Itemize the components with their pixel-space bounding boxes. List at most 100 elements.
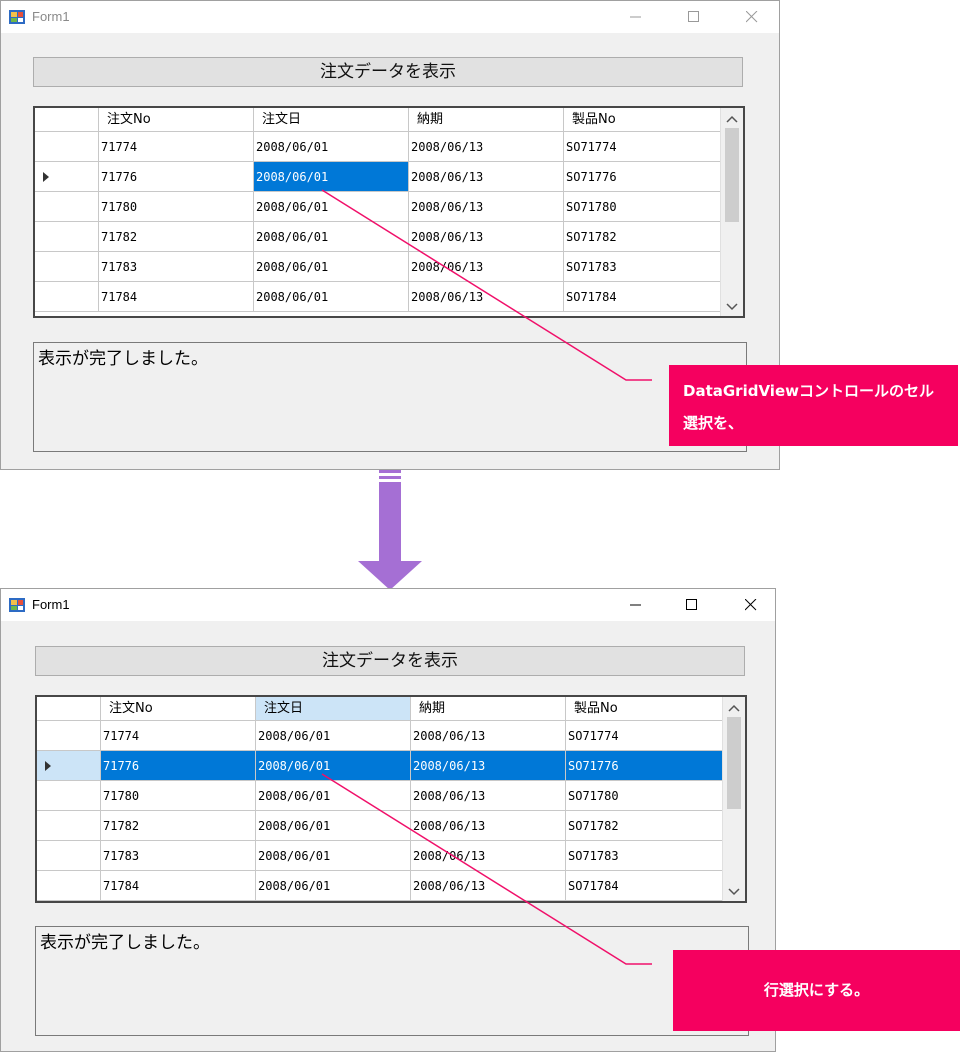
cell-due-date[interactable]: 2008/06/13 [409, 282, 564, 312]
cell-order-no[interactable]: 71782 [99, 222, 254, 252]
column-header-order-date-highlighted[interactable]: 注文日 [256, 697, 411, 721]
vertical-scrollbar[interactable] [720, 108, 743, 316]
arrow-up-icon[interactable] [728, 703, 740, 713]
table-row[interactable]: 71774 2008/06/01 2008/06/13 SO71774 [37, 721, 723, 751]
cell-order-date[interactable]: 2008/06/01 [254, 222, 409, 252]
cell-order-date-selected[interactable]: 2008/06/01 [254, 162, 409, 192]
cell-order-no[interactable]: 71774 [101, 721, 256, 751]
scrollbar-thumb[interactable] [725, 128, 739, 222]
cell-order-no[interactable]: 71774 [99, 132, 254, 162]
cell-order-date[interactable]: 2008/06/01 [254, 282, 409, 312]
table-row[interactable]: 71774 2008/06/01 2008/06/13 SO71774 [35, 132, 721, 162]
table-row[interactable]: 71782 2008/06/01 2008/06/13 SO71782 [35, 222, 721, 252]
cell-product-no[interactable]: SO71784 [564, 282, 721, 312]
cell-order-no[interactable]: 71776 [99, 162, 254, 192]
status-textbox[interactable]: 表示が完了しました。 [33, 342, 747, 452]
cell-order-no[interactable]: 71780 [101, 781, 256, 811]
cell-due-date[interactable]: 2008/06/13 [409, 192, 564, 222]
table-row[interactable]: 71783 2008/06/01 2008/06/13 SO71783 [35, 252, 721, 282]
cell-order-date[interactable]: 2008/06/01 [254, 252, 409, 282]
row-header[interactable] [37, 721, 101, 751]
cell-order-no[interactable]: 71784 [99, 282, 254, 312]
column-header-order-no[interactable]: 注文No [101, 697, 256, 721]
table-row[interactable]: 71783 2008/06/01 2008/06/13 SO71783 [37, 841, 723, 871]
data-grid-view[interactable]: 注文No 注文日 納期 製品No 71774 2008/06/01 2008/0… [33, 106, 745, 318]
row-header[interactable] [35, 132, 99, 162]
cell-order-no-selected[interactable]: 71776 [101, 751, 256, 781]
cell-order-no[interactable]: 71782 [101, 811, 256, 841]
cell-product-no[interactable]: SO71774 [564, 132, 721, 162]
cell-due-date[interactable]: 2008/06/13 [411, 781, 566, 811]
column-header-order-date[interactable]: 注文日 [254, 108, 409, 132]
column-header-product-no[interactable]: 製品No [566, 697, 723, 721]
cell-product-no[interactable]: SO71776 [564, 162, 721, 192]
table-row[interactable]: 71782 2008/06/01 2008/06/13 SO71782 [37, 811, 723, 841]
table-row-selected[interactable]: 71776 2008/06/01 2008/06/13 SO71776 [37, 751, 723, 781]
column-header-product-no[interactable]: 製品No [564, 108, 721, 132]
cell-product-no[interactable]: SO71782 [564, 222, 721, 252]
cell-order-no[interactable]: 71783 [99, 252, 254, 282]
row-header[interactable] [35, 192, 99, 222]
table-row[interactable]: 71784 2008/06/01 2008/06/13 SO71784 [35, 282, 721, 312]
table-row[interactable]: 71780 2008/06/01 2008/06/13 SO71780 [37, 781, 723, 811]
row-header[interactable] [37, 811, 101, 841]
row-header[interactable] [35, 162, 99, 192]
arrow-down-icon[interactable] [726, 302, 738, 312]
status-textbox[interactable]: 表示が完了しました。 [35, 926, 749, 1036]
column-header-due-date[interactable]: 納期 [411, 697, 566, 721]
table-row[interactable]: 71784 2008/06/01 2008/06/13 SO71784 [37, 871, 723, 901]
row-header[interactable] [35, 222, 99, 252]
cell-due-date[interactable]: 2008/06/13 [411, 871, 566, 901]
cell-due-date[interactable]: 2008/06/13 [411, 721, 566, 751]
cell-product-no[interactable]: SO71783 [566, 841, 723, 871]
close-button[interactable] [729, 1, 775, 33]
cell-product-no-selected[interactable]: SO71776 [566, 751, 723, 781]
cell-order-date[interactable]: 2008/06/01 [256, 781, 411, 811]
column-header-due-date[interactable]: 納期 [409, 108, 564, 132]
cell-product-no[interactable]: SO71780 [564, 192, 721, 222]
row-header[interactable] [37, 781, 101, 811]
minimize-button[interactable] [613, 589, 659, 621]
row-header-highlighted[interactable] [37, 751, 101, 781]
minimize-button[interactable] [613, 1, 659, 33]
table-row[interactable]: 71776 2008/06/01 2008/06/13 SO71776 [35, 162, 721, 192]
cell-order-date-selected[interactable]: 2008/06/01 [256, 751, 411, 781]
cell-order-date[interactable]: 2008/06/01 [254, 132, 409, 162]
maximize-button[interactable] [671, 1, 717, 33]
title-bar[interactable]: Form1 [1, 589, 775, 621]
show-orders-button[interactable]: 注文データを表示 [35, 646, 745, 676]
cell-due-date[interactable]: 2008/06/13 [409, 132, 564, 162]
row-header[interactable] [35, 252, 99, 282]
cell-order-date[interactable]: 2008/06/01 [256, 721, 411, 751]
cell-product-no[interactable]: SO71774 [566, 721, 723, 751]
arrow-down-icon[interactable] [728, 887, 740, 897]
cell-due-date[interactable]: 2008/06/13 [409, 222, 564, 252]
cell-order-no[interactable]: 71784 [101, 871, 256, 901]
cell-product-no[interactable]: SO71783 [564, 252, 721, 282]
cell-due-date-selected[interactable]: 2008/06/13 [411, 751, 566, 781]
cell-product-no[interactable]: SO71780 [566, 781, 723, 811]
cell-order-date[interactable]: 2008/06/01 [256, 871, 411, 901]
cell-due-date[interactable]: 2008/06/13 [409, 162, 564, 192]
cell-order-no[interactable]: 71783 [101, 841, 256, 871]
show-orders-button[interactable]: 注文データを表示 [33, 57, 743, 87]
cell-product-no[interactable]: SO71782 [566, 811, 723, 841]
row-header[interactable] [35, 282, 99, 312]
cell-due-date[interactable]: 2008/06/13 [411, 841, 566, 871]
cell-product-no[interactable]: SO71784 [566, 871, 723, 901]
row-header[interactable] [37, 871, 101, 901]
scrollbar-thumb[interactable] [727, 717, 741, 809]
cell-order-date[interactable]: 2008/06/01 [256, 841, 411, 871]
cell-order-date[interactable]: 2008/06/01 [254, 192, 409, 222]
close-button[interactable] [728, 589, 774, 621]
cell-order-no[interactable]: 71780 [99, 192, 254, 222]
cell-order-date[interactable]: 2008/06/01 [256, 811, 411, 841]
title-bar[interactable]: Form1 [1, 1, 779, 33]
column-header-order-no[interactable]: 注文No [99, 108, 254, 132]
arrow-up-icon[interactable] [726, 114, 738, 124]
row-header[interactable] [37, 841, 101, 871]
vertical-scrollbar[interactable] [722, 697, 745, 901]
maximize-button[interactable] [669, 589, 715, 621]
cell-due-date[interactable]: 2008/06/13 [409, 252, 564, 282]
table-row[interactable]: 71780 2008/06/01 2008/06/13 SO71780 [35, 192, 721, 222]
